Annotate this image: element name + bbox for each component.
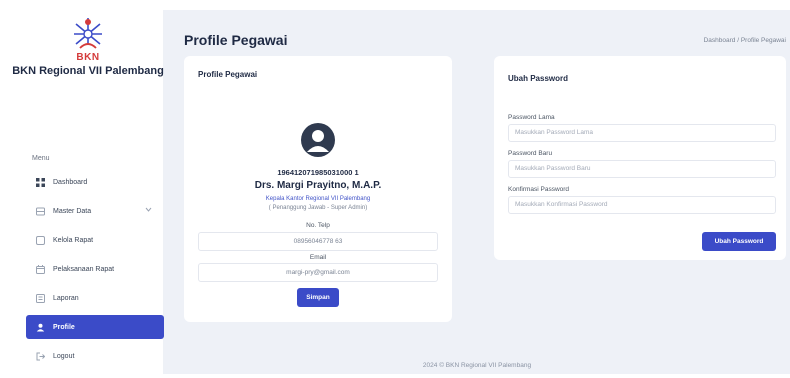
- employee-role: ( Penanggung Jawab - Super Admin): [268, 205, 368, 211]
- logo-text: BKN: [76, 52, 100, 63]
- email-field[interactable]: margi-pry@gmail.com: [198, 263, 438, 282]
- breadcrumb[interactable]: Dashboard / Profile Pegawai: [704, 37, 786, 44]
- square-icon: [34, 234, 46, 246]
- bkn-logo-icon: [74, 18, 102, 49]
- sidebar-item-logout[interactable]: Logout: [26, 344, 164, 368]
- footer: 2024 © BKN Regional VII Palembang: [422, 362, 532, 369]
- employee-nip: 196412071985031000 1: [277, 168, 359, 177]
- main-content: Profile Pegawai Dashboard / Profile Pega…: [164, 10, 790, 374]
- logout-icon: [34, 350, 46, 362]
- user-icon: [34, 321, 46, 333]
- chevron-down-icon: [145, 207, 152, 214]
- org-name: BKN Regional VII Palembang: [12, 65, 164, 77]
- sidebar-item-label: Logout: [53, 352, 75, 360]
- calendar-icon: [34, 263, 46, 275]
- change-password-button[interactable]: Ubah Password: [702, 232, 776, 251]
- email-label: Email: [309, 254, 327, 261]
- confirm-password-input[interactable]: Masukkan Konfirmasi Password: [508, 196, 776, 214]
- brand: BKN BKN Regional VII Palembang: [12, 14, 164, 78]
- sidebar-item-master-data[interactable]: Master Data: [26, 199, 164, 223]
- sidebar-item-pelaksanaan-rapat[interactable]: Pelaksanaan Rapat: [26, 257, 164, 281]
- phone-field[interactable]: 08956046778 63: [198, 232, 438, 251]
- sidebar-item-laporan[interactable]: Laporan: [26, 286, 164, 310]
- password-card-title: Ubah Password: [508, 74, 569, 83]
- old-password-input[interactable]: Masukkan Password Lama: [508, 124, 776, 142]
- profile-card: Profile Pegawai 196412071985031000 1 Drs…: [184, 56, 452, 322]
- sidebar-item-kelola-rapat[interactable]: Kelola Rapat: [26, 228, 164, 252]
- page-title: Profile Pegawai: [184, 32, 288, 48]
- report-icon: [34, 292, 46, 304]
- sidebar-item-dashboard[interactable]: Dashboard: [26, 170, 164, 194]
- sidebar: BKN BKN Regional VII Palembang Menu Dash…: [12, 10, 164, 374]
- sidebar-item-label: Kelola Rapat: [53, 236, 94, 244]
- confirm-password-label: Konfirmasi Password: [508, 186, 570, 193]
- sidebar-menu: Dashboard Master Data Kelola Rapat Pelak…: [26, 170, 164, 373]
- employee-name: Drs. Margi Prayitno, M.A.P.: [254, 180, 382, 191]
- sidebar-item-label: Laporan: [53, 294, 79, 302]
- profile-card-title: Profile Pegawai: [198, 70, 258, 79]
- sidebar-item-label: Profile: [53, 323, 75, 331]
- phone-label: No. Telp: [306, 222, 330, 229]
- new-password-input[interactable]: Masukkan Password Baru: [508, 160, 776, 178]
- menu-label: Menu: [32, 155, 50, 162]
- avatar-icon: [301, 123, 335, 157]
- grid-icon: [34, 176, 46, 188]
- sidebar-item-label: Master Data: [53, 207, 92, 215]
- password-card: Ubah Password Password Lama Masukkan Pas…: [494, 56, 786, 260]
- sidebar-item-label: Pelaksanaan Rapat: [53, 265, 115, 273]
- app-window: BKN BKN Regional VII Palembang Menu Dash…: [0, 0, 790, 378]
- sidebar-item-label: Dashboard: [53, 178, 88, 186]
- employee-position: Kepala Kantor Regional VII Palembang: [265, 196, 371, 202]
- new-password-label: Password Baru: [508, 150, 553, 157]
- old-password-label: Password Lama: [508, 114, 555, 121]
- save-button[interactable]: Simpan: [297, 288, 339, 307]
- sidebar-item-profile[interactable]: Profile: [26, 315, 164, 339]
- database-icon: [34, 205, 46, 217]
